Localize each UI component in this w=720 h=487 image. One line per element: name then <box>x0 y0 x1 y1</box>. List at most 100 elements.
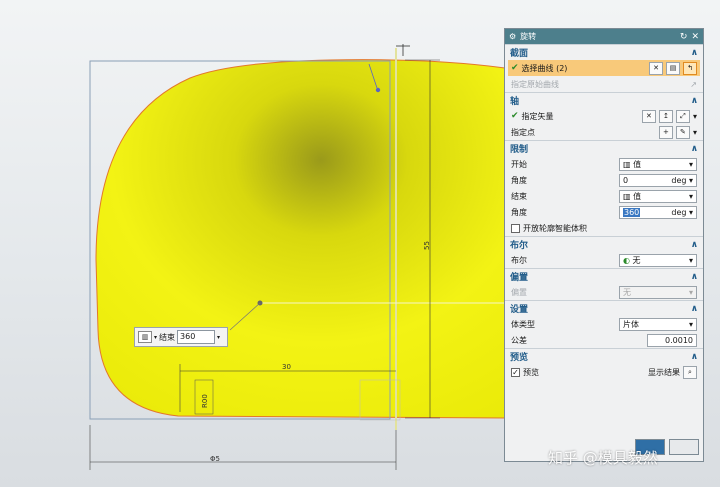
section-settings-title: 设置 <box>510 305 529 315</box>
origin-curve-icon[interactable]: ↗ <box>690 80 697 89</box>
check-icon: ✔ <box>511 63 519 73</box>
start-select[interactable]: ▥ 值 ▾ <box>619 157 697 171</box>
section-offset-header[interactable]: 偏置 ∧ <box>505 268 703 284</box>
chevron-up-icon[interactable]: ∧ <box>691 96 698 106</box>
chevron-up-icon[interactable]: ∧ <box>691 240 698 250</box>
vector-icon[interactable]: ↥ <box>658 109 673 123</box>
section-profile-header[interactable]: 截面 ∧ <box>505 44 703 60</box>
reset-icon[interactable]: ↻ <box>680 32 688 42</box>
floating-end-value[interactable]: 360 <box>177 330 216 344</box>
open-profile-label: 开放轮廓智能体积 <box>523 223 587 233</box>
chevron-down-icon[interactable]: ▾ <box>154 334 157 341</box>
chevron-down-icon[interactable]: ▾ <box>693 112 697 121</box>
section-axis-title: 轴 <box>510 97 520 107</box>
body-type-select[interactable]: 片体 ▾ <box>619 317 697 331</box>
chevron-down-icon[interactable]: ▾ <box>689 208 693 217</box>
chevron-down-icon[interactable]: ▾ <box>689 176 693 185</box>
preview-checkbox[interactable]: ✓ <box>511 367 520 377</box>
tolerance-label: 公差 <box>511 335 527 345</box>
vector-constructor-icon[interactable]: ⤢ <box>675 109 690 123</box>
preview-label: 预览 <box>523 367 539 377</box>
chevron-down-icon: ▾ <box>688 319 693 329</box>
chevron-down-icon: ▾ <box>688 191 693 201</box>
section-profile-title: 截面 <box>510 49 529 59</box>
gear-icon[interactable]: ⚙ <box>509 32 516 41</box>
reverse-direction-icon[interactable]: ✕ <box>641 109 656 123</box>
specify-origin-curve-row[interactable]: 指定原始曲线 ↗ <box>505 76 703 92</box>
chevron-down-icon: ▾ <box>688 255 693 265</box>
specify-origin-curve-label: 指定原始曲线 <box>511 79 559 89</box>
section-axis-header[interactable]: 轴 ∧ <box>505 92 703 108</box>
close-icon[interactable]: ✕ <box>691 32 699 42</box>
angle1-value[interactable]: 0 <box>623 176 628 185</box>
preview-row: ✓ 预览 显示结果 ⌕ <box>505 364 703 380</box>
end-select-value: 值 <box>633 191 642 201</box>
dim-bottom-text[interactable]: Φ5 <box>210 455 220 463</box>
angle1-input[interactable]: 0 deg ▾ <box>619 173 697 187</box>
open-profile-checkbox[interactable] <box>511 223 520 233</box>
value-type-icon: ▥ <box>623 191 634 201</box>
watermark: 知乎 @模具毅然 <box>548 447 658 468</box>
section-limits-title: 限制 <box>510 145 529 155</box>
value-type-icon: ▥ <box>623 159 634 169</box>
angle2-value[interactable]: 360 <box>623 207 641 217</box>
specify-point-row[interactable]: 指定点 + ✎ ▾ <box>505 124 703 140</box>
dim-vertical-text[interactable]: 55 <box>423 241 431 250</box>
magnifier-icon[interactable]: ⌕ <box>683 365 697 379</box>
dim-horizontal-text[interactable]: 30 <box>282 363 291 371</box>
section-settings-header[interactable]: 设置 ∧ <box>505 300 703 316</box>
tolerance-row: 公差 0.0010 <box>505 332 703 348</box>
sketch-icon[interactable]: ▤ <box>666 61 680 75</box>
angle2-unit: deg <box>671 207 687 217</box>
point-constructor-icon[interactable]: ✎ <box>675 125 690 139</box>
select-curve-label: 选择曲线 (2) <box>521 63 568 73</box>
angle1-row: 角度 0 deg ▾ <box>505 172 703 188</box>
angle1-label: 角度 <box>511 175 527 185</box>
specify-point-label: 指定点 <box>511 127 535 137</box>
body-type-row: 体类型 片体 ▾ <box>505 316 703 332</box>
body-type-label: 体类型 <box>511 319 535 329</box>
chevron-up-icon[interactable]: ∧ <box>691 304 698 314</box>
start-row: 开始 ▥ 值 ▾ <box>505 156 703 172</box>
dim-small-text[interactable]: R00 <box>201 394 209 408</box>
chevron-down-icon: ▾ <box>688 159 693 169</box>
angle1-unit: deg <box>671 175 687 185</box>
value-type-icon[interactable]: ▥ <box>138 331 152 343</box>
section-limits-header[interactable]: 限制 ∧ <box>505 140 703 156</box>
chevron-up-icon[interactable]: ∧ <box>691 272 698 282</box>
csys-marker <box>375 87 381 93</box>
end-select[interactable]: ▥ 值 ▾ <box>619 189 697 203</box>
chevron-down-icon[interactable]: ▾ <box>693 128 697 137</box>
offset-label: 偏置 <box>511 287 527 297</box>
specify-vector-row[interactable]: ✔ 指定矢量 ✕ ↥ ⤢ ▾ <box>505 108 703 124</box>
section-offset-title: 偏置 <box>510 273 529 283</box>
chevron-down-icon: ▾ <box>688 287 693 297</box>
section-preview-header[interactable]: 预览 ∧ <box>505 348 703 364</box>
boolean-label: 布尔 <box>511 255 527 265</box>
start-label: 开始 <box>511 159 527 169</box>
chevron-up-icon[interactable]: ∧ <box>691 352 698 362</box>
select-curve-row[interactable]: ✔ 选择曲线 (2) ✕ ▤ ↰ <box>508 60 700 76</box>
cancel-button[interactable] <box>669 439 699 455</box>
dialog-title: 旋转 <box>520 32 537 41</box>
boolean-select[interactable]: ◐ 无 ▾ <box>619 253 697 267</box>
revolve-dialog: ⚙ 旋转 ↻ ✕ 截面 ∧ ✔ 选择曲线 (2) ✕ ▤ ↰ 指定原始曲线 ↗ … <box>504 28 704 462</box>
point-icon[interactable]: + <box>658 125 673 139</box>
angle2-input[interactable]: 360 deg ▾ <box>619 205 697 219</box>
chevron-down-icon[interactable]: ▾ <box>217 334 220 341</box>
curve-select-icon[interactable]: ↰ <box>683 61 697 75</box>
floating-end-input[interactable]: ▥ ▾ 结束 360 ▾ <box>134 327 228 347</box>
boolean-none-icon: ◐ <box>623 255 633 265</box>
start-select-value: 值 <box>633 159 642 169</box>
chevron-up-icon[interactable]: ∧ <box>691 48 698 58</box>
specify-vector-label: 指定矢量 <box>521 111 554 121</box>
open-profile-row[interactable]: 开放轮廓智能体积 <box>505 220 703 236</box>
end-label: 结束 <box>511 191 527 201</box>
angle2-row: 角度 360 deg ▾ <box>505 204 703 220</box>
chevron-up-icon[interactable]: ∧ <box>691 144 698 154</box>
section-boolean-header[interactable]: 布尔 ∧ <box>505 236 703 252</box>
watermark-text: 知乎 @模具毅然 <box>548 449 658 467</box>
offset-select[interactable]: 无 ▾ <box>619 285 697 299</box>
curve-rule-icon[interactable]: ✕ <box>649 61 663 75</box>
tolerance-input[interactable]: 0.0010 <box>647 333 697 347</box>
